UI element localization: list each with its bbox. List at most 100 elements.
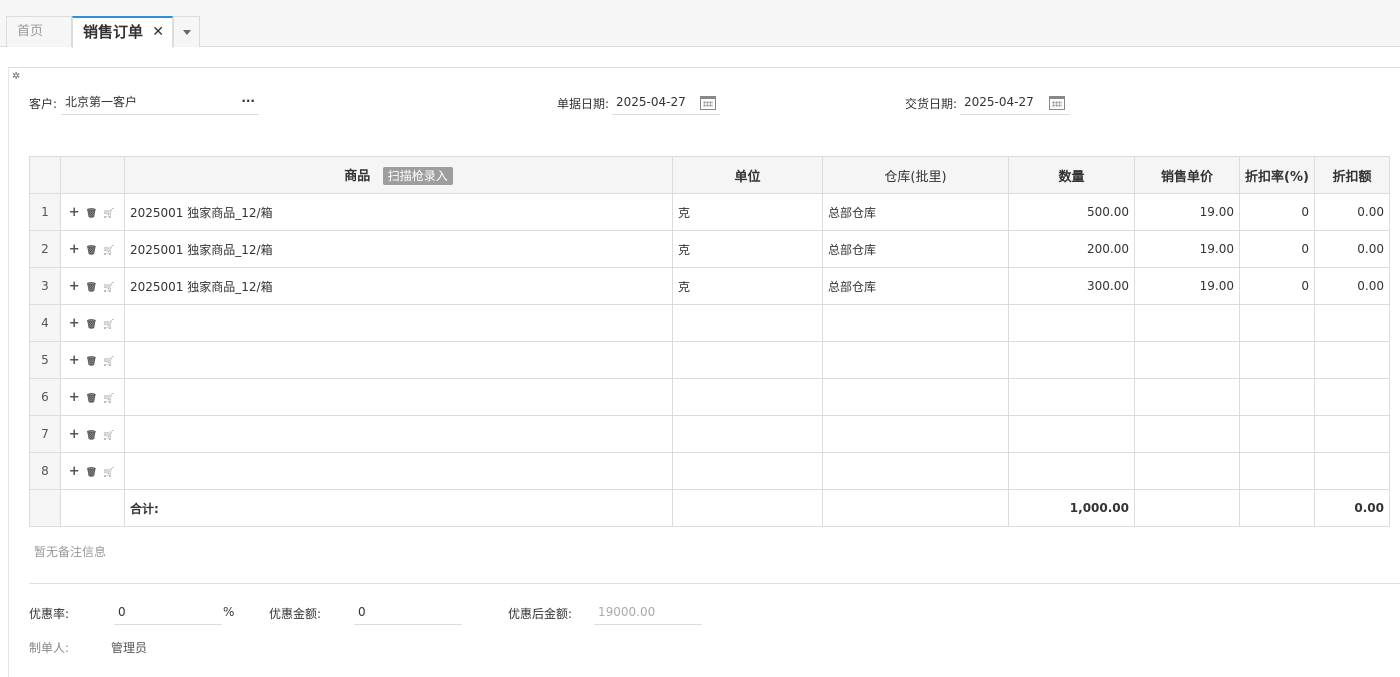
trash-icon[interactable]: 🗑 — [86, 468, 99, 478]
quantity-cell[interactable] — [1008, 452, 1135, 490]
plus-icon[interactable]: + — [69, 205, 82, 220]
quantity-cell[interactable] — [1008, 341, 1135, 379]
plus-icon[interactable]: + — [69, 316, 82, 331]
plus-icon[interactable]: + — [69, 279, 82, 294]
row-number: 7 — [29, 415, 61, 453]
price-cell[interactable] — [1134, 452, 1240, 490]
discount-rate-cell[interactable]: 0 — [1239, 267, 1315, 305]
warehouse-cell[interactable] — [822, 452, 1009, 490]
discount-rate-cell[interactable] — [1239, 378, 1315, 416]
plus-icon[interactable]: + — [69, 427, 82, 442]
cart-icon[interactable]: 🛒 — [103, 320, 116, 330]
more-icon[interactable]: ··· — [241, 90, 255, 112]
discount-rate-input[interactable]: 0 — [114, 601, 222, 625]
plus-icon[interactable]: + — [69, 390, 82, 405]
discount-amount-cell[interactable]: 0.00 — [1314, 267, 1390, 305]
product-cell[interactable] — [124, 452, 673, 490]
trash-icon[interactable]: 🗑 — [86, 246, 99, 256]
trash-icon[interactable]: 🗑 — [86, 357, 99, 367]
discount-rate-cell[interactable]: 0 — [1239, 193, 1315, 231]
row-number: 4 — [29, 304, 61, 342]
unit-cell[interactable]: 克 — [672, 267, 823, 305]
trash-icon[interactable]: 🗑 — [86, 209, 99, 219]
warehouse-cell[interactable]: 总部仓库 — [822, 193, 1009, 231]
price-cell[interactable] — [1134, 341, 1240, 379]
remark-text[interactable]: 暂无备注信息 — [34, 543, 106, 560]
cart-icon[interactable]: 🛒 — [103, 246, 116, 256]
price-cell[interactable]: 19.00 — [1134, 193, 1240, 231]
trash-icon[interactable]: 🗑 — [86, 431, 99, 441]
unit-cell[interactable] — [672, 452, 823, 490]
tab-sales-order[interactable]: 销售订单 ✕ — [72, 16, 173, 48]
discount-rate-cell[interactable] — [1239, 304, 1315, 342]
total-warehouse — [822, 489, 1009, 527]
warehouse-cell[interactable] — [822, 415, 1009, 453]
row-actions: + 🗑 🛒 — [60, 378, 125, 416]
unit-cell[interactable] — [672, 415, 823, 453]
cart-icon[interactable]: 🛒 — [103, 209, 116, 219]
discount-rate-cell[interactable] — [1239, 415, 1315, 453]
cart-icon[interactable]: 🛒 — [103, 468, 116, 478]
discount-amount-cell[interactable] — [1314, 452, 1390, 490]
product-cell[interactable]: 2025001 独家商品_12/箱 — [124, 193, 673, 231]
cart-icon[interactable]: 🛒 — [103, 394, 116, 404]
close-icon[interactable]: ✕ — [152, 18, 164, 46]
warehouse-cell[interactable] — [822, 304, 1009, 342]
discount-amount-cell[interactable]: 0.00 — [1314, 193, 1390, 231]
quantity-cell[interactable] — [1008, 415, 1135, 453]
quantity-cell[interactable]: 200.00 — [1008, 230, 1135, 268]
unit-cell[interactable] — [672, 304, 823, 342]
product-cell[interactable] — [124, 415, 673, 453]
total-discount: 0.00 — [1314, 489, 1390, 527]
scan-input-button[interactable]: 扫描枪录入 — [382, 167, 453, 185]
discount-rate-cell[interactable] — [1239, 452, 1315, 490]
discount-amount-cell[interactable] — [1314, 341, 1390, 379]
tab-home[interactable]: 首页 — [6, 16, 72, 47]
trash-icon[interactable]: 🗑 — [86, 283, 99, 293]
product-cell[interactable]: 2025001 独家商品_12/箱 — [124, 230, 673, 268]
warehouse-cell[interactable] — [822, 378, 1009, 416]
discount-rate-cell[interactable] — [1239, 341, 1315, 379]
product-cell[interactable] — [124, 378, 673, 416]
trash-icon[interactable]: 🗑 — [86, 320, 99, 330]
quantity-cell[interactable] — [1008, 378, 1135, 416]
price-cell[interactable] — [1134, 415, 1240, 453]
discount-amount-cell[interactable] — [1314, 304, 1390, 342]
gear-icon[interactable]: ✲ — [12, 71, 20, 82]
price-cell[interactable]: 19.00 — [1134, 267, 1240, 305]
discount-amount-input[interactable]: 0 — [354, 601, 462, 625]
unit-cell[interactable] — [672, 341, 823, 379]
product-cell[interactable] — [124, 304, 673, 342]
unit-cell[interactable]: 克 — [672, 230, 823, 268]
quantity-cell[interactable]: 300.00 — [1008, 267, 1135, 305]
warehouse-cell[interactable] — [822, 341, 1009, 379]
discount-amount-cell[interactable] — [1314, 415, 1390, 453]
cart-icon[interactable]: 🛒 — [103, 283, 116, 293]
discount-amount-label: 优惠金额: — [269, 607, 322, 621]
unit-cell[interactable] — [672, 378, 823, 416]
plus-icon[interactable]: + — [69, 353, 82, 368]
tab-more-dropdown[interactable] — [173, 16, 200, 47]
trash-icon[interactable]: 🗑 — [86, 394, 99, 404]
price-cell[interactable] — [1134, 378, 1240, 416]
discount-amount-cell[interactable]: 0.00 — [1314, 230, 1390, 268]
product-cell[interactable]: 2025001 独家商品_12/箱 — [124, 267, 673, 305]
total-price — [1134, 489, 1240, 527]
discount-rate-cell[interactable]: 0 — [1239, 230, 1315, 268]
plus-icon[interactable]: + — [69, 464, 82, 479]
product-cell[interactable] — [124, 341, 673, 379]
cart-icon[interactable]: 🛒 — [103, 357, 116, 367]
warehouse-cell[interactable]: 总部仓库 — [822, 267, 1009, 305]
customer-field[interactable]: 北京第一客户 ··· — [61, 91, 259, 115]
calendar-icon[interactable] — [700, 96, 716, 110]
price-cell[interactable]: 19.00 — [1134, 230, 1240, 268]
plus-icon[interactable]: + — [69, 242, 82, 257]
quantity-cell[interactable] — [1008, 304, 1135, 342]
discount-amount-cell[interactable] — [1314, 378, 1390, 416]
cart-icon[interactable]: 🛒 — [103, 431, 116, 441]
unit-cell[interactable]: 克 — [672, 193, 823, 231]
quantity-cell[interactable]: 500.00 — [1008, 193, 1135, 231]
calendar-icon[interactable] — [1049, 96, 1065, 110]
warehouse-cell[interactable]: 总部仓库 — [822, 230, 1009, 268]
price-cell[interactable] — [1134, 304, 1240, 342]
